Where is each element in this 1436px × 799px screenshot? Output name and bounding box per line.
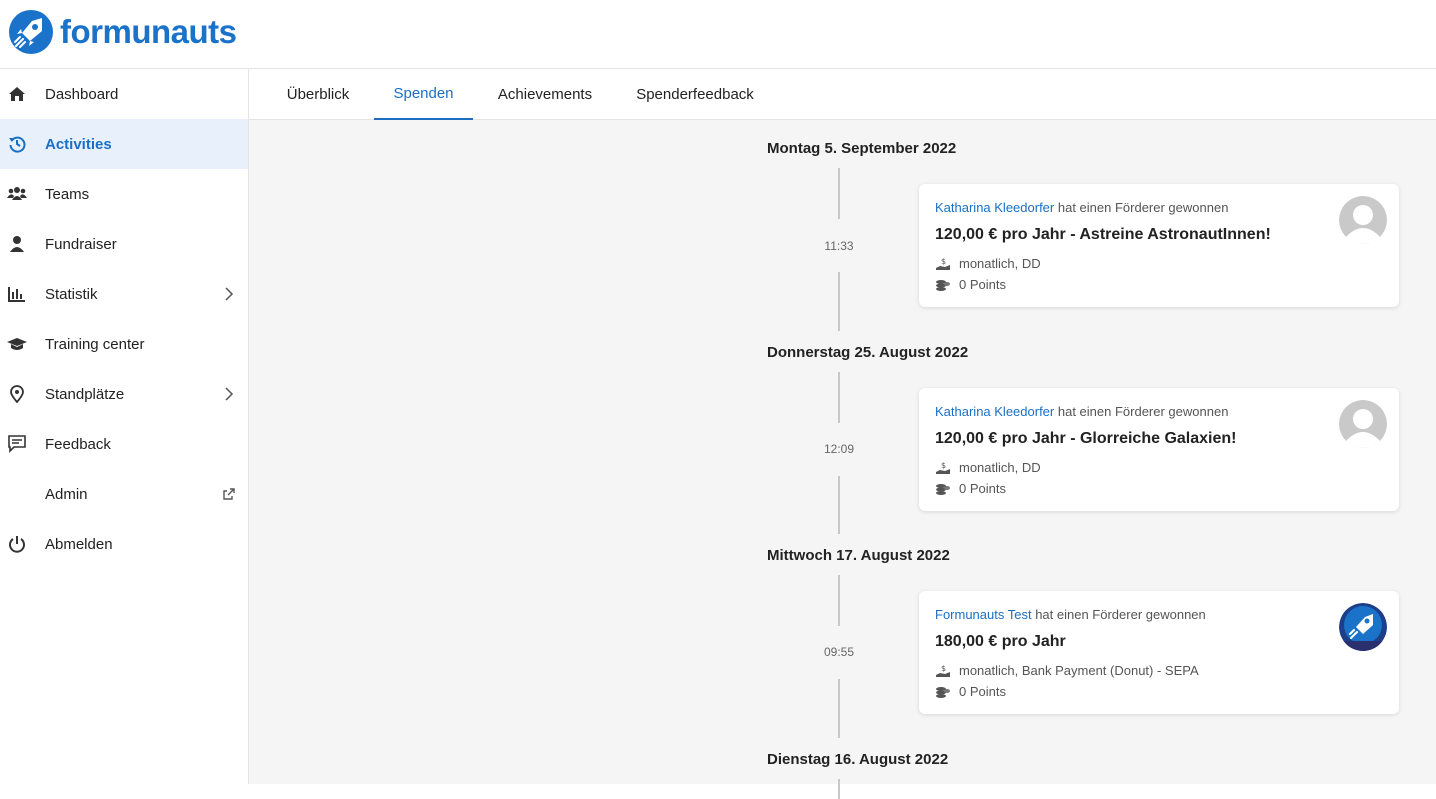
payment-text: monatlich, DD [959, 256, 1041, 271]
date-heading: Dienstag 16. August 2022 [767, 751, 949, 768]
card-header: Katharina Kleedorfer hat einen Förderer … [935, 404, 1228, 419]
sidebar-item-label: Training center [45, 335, 145, 353]
top-bar: formunauts [0, 0, 1436, 69]
points-text: 0 Points [959, 481, 1006, 496]
sidebar-item-training-center[interactable]: Training center [0, 319, 248, 369]
payment-info: $ monatlich, DD [935, 256, 1041, 271]
brand-name: formunauts [60, 13, 237, 50]
card-title: 120,00 € pro Jahr - Astreine AstronautIn… [935, 226, 1271, 243]
entry-time: 11:33 [824, 239, 854, 253]
timeline-line [838, 476, 840, 534]
points-text: 0 Points [959, 684, 1006, 699]
svg-text:$: $ [941, 461, 946, 470]
activity-card[interactable]: Formunauts Test hat einen Förderer gewon… [919, 591, 1399, 714]
timeline-line [838, 679, 840, 738]
avatar [1339, 196, 1387, 244]
chevron-right-icon [225, 387, 234, 401]
sidebar-item-fundraiser[interactable]: Fundraiser [0, 219, 248, 269]
svg-text:$: $ [941, 257, 946, 266]
card-header: Katharina Kleedorfer hat einen Förderer … [935, 200, 1228, 215]
users-icon [7, 184, 27, 204]
card-action: hat einen Förderer gewonnen [1031, 607, 1206, 622]
avatar [1339, 603, 1387, 651]
date-heading: Mittwoch 17. August 2022 [767, 547, 950, 564]
sidebar-item-label: Teams [45, 185, 90, 203]
sidebar-item-label: Fundraiser [45, 235, 117, 253]
date-heading: Donnerstag 25. August 2022 [767, 344, 969, 361]
graduation-cap-icon [7, 334, 27, 354]
card-header: Formunauts Test hat einen Förderer gewon… [935, 607, 1206, 622]
activity-card[interactable]: Katharina Kleedorfer hat einen Förderer … [919, 388, 1399, 511]
rocket-logo-icon [9, 10, 53, 54]
activity-card[interactable]: Katharina Kleedorfer hat einen Förderer … [919, 184, 1399, 307]
payment-text: monatlich, DD [959, 460, 1041, 475]
sidebar-item-feedback[interactable]: Feedback [0, 419, 248, 469]
hand-money-icon: $ [935, 461, 951, 475]
tab-achievements[interactable]: Achievements [487, 69, 603, 120]
external-link-icon [223, 488, 235, 500]
points-info: 0 Points [935, 684, 1006, 699]
points-info: 0 Points [935, 481, 1006, 496]
fundraiser-link[interactable]: Katharina Kleedorfer [935, 404, 1054, 419]
tab-spenderfeedback[interactable]: Spenderfeedback [625, 69, 765, 120]
sidebar-item-dashboard[interactable]: Dashboard [0, 69, 248, 119]
coins-icon [935, 685, 951, 699]
points-info: 0 Points [935, 277, 1006, 292]
hand-money-icon: $ [935, 664, 951, 678]
sidebar-item-label: Standplätze [45, 385, 125, 403]
svg-text:$: $ [941, 664, 946, 673]
fundraiser-link[interactable]: Katharina Kleedorfer [935, 200, 1054, 215]
tab-ueberblick[interactable]: Überblick [273, 69, 363, 120]
sidebar-item-label: Statistik [45, 285, 98, 303]
card-title: 180,00 € pro Jahr [935, 633, 1066, 650]
timeline-line [838, 575, 840, 626]
card-title: 120,00 € pro Jahr - Glorreiche Galaxien! [935, 430, 1237, 447]
card-action: hat einen Förderer gewonnen [1054, 200, 1229, 215]
chart-icon [7, 284, 27, 304]
date-heading: Montag 5. September 2022 [767, 140, 957, 157]
sidebar-item-label: Dashboard [45, 85, 119, 103]
payment-info: $ monatlich, Bank Payment (Donut) - SEPA [935, 663, 1199, 678]
brand-logo[interactable]: formunauts [8, 10, 237, 54]
power-icon [7, 534, 27, 554]
sidebar-item-teams[interactable]: Teams [0, 169, 248, 219]
avatar [1339, 400, 1387, 448]
timeline-line [838, 372, 840, 423]
chevron-right-icon [225, 287, 234, 301]
payment-text: monatlich, Bank Payment (Donut) - SEPA [959, 663, 1199, 678]
sidebar: Dashboard Activities Teams Fundraiser St… [0, 69, 249, 784]
fundraiser-link[interactable]: Formunauts Test [935, 607, 1032, 622]
sidebar-item-statistik[interactable]: Statistik [0, 269, 248, 319]
tab-bar: Überblick Spenden Achievements Spenderfe… [249, 69, 1436, 120]
sidebar-item-label: Abmelden [45, 535, 113, 553]
timeline-line [838, 272, 840, 331]
sidebar-item-admin[interactable]: Admin [0, 469, 248, 519]
timeline-line [838, 168, 840, 219]
sidebar-item-label: Admin [45, 485, 88, 503]
history-icon [7, 134, 27, 154]
entry-time: 09:55 [823, 645, 855, 659]
sidebar-item-activities[interactable]: Activities [0, 119, 248, 169]
sidebar-item-label: Feedback [45, 435, 111, 453]
card-action: hat einen Förderer gewonnen [1054, 404, 1229, 419]
user-icon [7, 234, 27, 254]
coins-icon [935, 482, 951, 496]
sidebar-item-abmelden[interactable]: Abmelden [0, 519, 248, 569]
coins-icon [935, 278, 951, 292]
payment-info: $ monatlich, DD [935, 460, 1041, 475]
points-text: 0 Points [959, 277, 1006, 292]
comment-icon [7, 434, 27, 454]
sidebar-item-standplaetze[interactable]: Standplätze [0, 369, 248, 419]
entry-time: 12:09 [823, 442, 855, 456]
timeline-line [838, 779, 840, 799]
sidebar-item-label: Activities [45, 135, 112, 153]
home-icon [7, 84, 27, 104]
hand-money-icon: $ [935, 257, 951, 271]
map-pin-icon [7, 384, 27, 404]
main-content: Überblick Spenden Achievements Spenderfe… [249, 69, 1436, 799]
tab-spenden[interactable]: Spenden [374, 69, 473, 120]
